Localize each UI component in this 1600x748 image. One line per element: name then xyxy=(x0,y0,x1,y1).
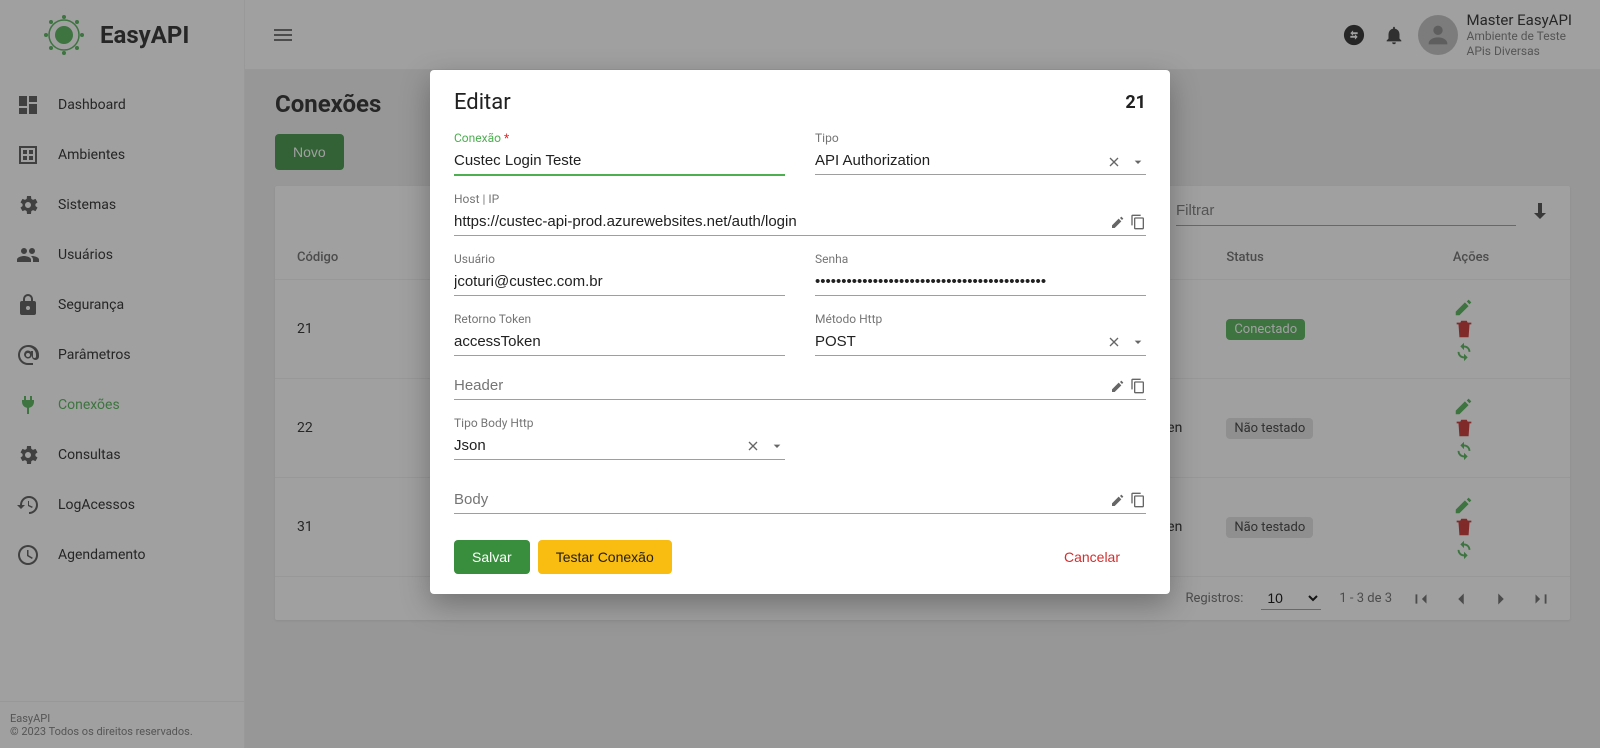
field-conexao: Conexão xyxy=(454,131,785,176)
label-tipo: Tipo xyxy=(815,131,1146,145)
select-metodo[interactable] xyxy=(815,328,1146,356)
input-body[interactable] xyxy=(454,486,1146,514)
cancel-button[interactable]: Cancelar xyxy=(1046,540,1138,574)
modal-overlay: Editar 21 Conexão Tipo Host | IP xyxy=(0,0,1600,748)
clear-icon[interactable] xyxy=(1106,334,1122,350)
field-host: Host | IP xyxy=(454,192,1146,236)
label-senha: Senha xyxy=(815,252,1146,266)
input-conexao[interactable] xyxy=(454,147,785,176)
copy-icon[interactable] xyxy=(1130,492,1146,508)
copy-icon[interactable] xyxy=(1130,214,1146,230)
chevron-down-icon[interactable] xyxy=(1130,334,1146,350)
field-usuario: Usuário xyxy=(454,252,785,296)
input-retorno[interactable] xyxy=(454,328,785,356)
dialog-id: 21 xyxy=(1125,92,1146,113)
label-tipobody: Tipo Body Http xyxy=(454,416,785,430)
field-tipobody: Tipo Body Http xyxy=(454,416,785,460)
test-connection-button[interactable]: Testar Conexão xyxy=(538,540,672,574)
dialog-title: Editar xyxy=(454,90,1125,115)
edit-dialog: Editar 21 Conexão Tipo Host | IP xyxy=(430,70,1170,594)
edit-icon[interactable] xyxy=(1110,378,1126,394)
label-retorno: Retorno Token xyxy=(454,312,785,326)
field-retorno: Retorno Token xyxy=(454,312,785,356)
field-tipo: Tipo xyxy=(815,131,1146,176)
input-usuario[interactable] xyxy=(454,268,785,296)
clear-icon[interactable] xyxy=(1106,154,1122,170)
copy-icon[interactable] xyxy=(1130,378,1146,394)
input-senha[interactable] xyxy=(815,268,1146,296)
chevron-down-icon[interactable] xyxy=(769,438,785,454)
input-host[interactable] xyxy=(454,208,1146,236)
clear-icon[interactable] xyxy=(745,438,761,454)
input-header[interactable] xyxy=(454,372,1146,400)
field-senha: Senha xyxy=(815,252,1146,296)
save-button[interactable]: Salvar xyxy=(454,540,530,574)
field-body xyxy=(454,486,1146,514)
edit-icon[interactable] xyxy=(1110,492,1126,508)
label-conexao: Conexão xyxy=(454,131,785,145)
label-host: Host | IP xyxy=(454,192,1146,206)
field-metodo: Método Http xyxy=(815,312,1146,356)
label-metodo: Método Http xyxy=(815,312,1146,326)
label-usuario: Usuário xyxy=(454,252,785,266)
field-header xyxy=(454,372,1146,400)
edit-icon[interactable] xyxy=(1110,214,1126,230)
select-tipo[interactable] xyxy=(815,147,1146,175)
select-tipobody[interactable] xyxy=(454,432,785,460)
chevron-down-icon[interactable] xyxy=(1130,154,1146,170)
